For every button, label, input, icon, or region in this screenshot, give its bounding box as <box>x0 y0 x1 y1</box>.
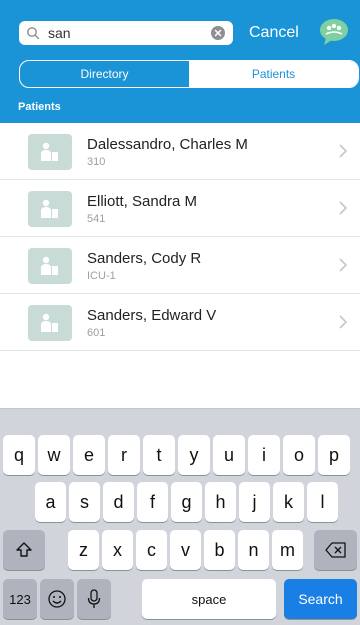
key-l[interactable]: l <box>307 482 338 522</box>
list-item[interactable]: Sanders, Cody R ICU-1 <box>0 237 360 294</box>
key-i[interactable]: i <box>248 435 280 475</box>
patient-name: Elliott, Sandra M <box>87 193 198 210</box>
key-g[interactable]: g <box>171 482 202 522</box>
search-key[interactable]: Search <box>284 579 357 619</box>
patient-room: ICU-1 <box>87 270 116 282</box>
chat-bubble-logo-icon[interactable] <box>316 14 352 50</box>
key-z[interactable]: z <box>68 530 99 570</box>
key-y[interactable]: y <box>178 435 210 475</box>
key-j[interactable]: j <box>239 482 270 522</box>
list-item[interactable]: Elliott, Sandra M 541 <box>0 180 360 237</box>
tab-directory[interactable]: Directory <box>20 61 189 87</box>
patient-name: Dalessandro, Charles M <box>87 136 248 153</box>
patient-room: 541 <box>87 213 106 225</box>
emoji-key[interactable] <box>40 579 74 619</box>
search-query: san <box>48 25 71 41</box>
key-p[interactable]: p <box>318 435 350 475</box>
emoji-icon <box>48 590 66 608</box>
delete-key[interactable] <box>314 530 357 570</box>
backspace-icon <box>324 542 346 558</box>
key-h[interactable]: h <box>205 482 236 522</box>
search-input[interactable]: san <box>19 21 233 45</box>
cancel-button[interactable]: Cancel <box>249 22 299 44</box>
key-c[interactable]: c <box>136 530 167 570</box>
patient-icon <box>41 313 58 332</box>
patient-icon <box>41 142 58 161</box>
list-item[interactable]: Dalessandro, Charles M 310 <box>0 123 360 180</box>
numbers-key[interactable]: 123 <box>3 579 37 619</box>
list-item[interactable]: Sanders, Edward V 601 <box>0 294 360 351</box>
key-f[interactable]: f <box>137 482 168 522</box>
patient-icon <box>41 199 58 218</box>
shift-icon <box>16 542 32 557</box>
key-d[interactable]: d <box>103 482 134 522</box>
patient-name: Sanders, Cody R <box>87 250 202 267</box>
avatar <box>28 305 72 341</box>
avatar <box>28 248 72 284</box>
key-u[interactable]: u <box>213 435 245 475</box>
key-k[interactable]: k <box>273 482 304 522</box>
microphone-icon <box>87 589 101 608</box>
chevron-right-icon <box>339 258 348 272</box>
space-key[interactable]: space <box>142 579 276 619</box>
search-icon <box>27 27 40 40</box>
patient-list: Dalessandro, Charles M 310 Elliott, Sand… <box>0 123 360 351</box>
key-s[interactable]: s <box>69 482 100 522</box>
avatar <box>28 191 72 227</box>
key-x[interactable]: x <box>102 530 133 570</box>
key-a[interactable]: a <box>35 482 66 522</box>
chevron-right-icon <box>339 315 348 329</box>
key-t[interactable]: t <box>143 435 175 475</box>
section-title: Patients <box>18 101 61 113</box>
patient-room: 601 <box>87 327 106 339</box>
key-r[interactable]: r <box>108 435 140 475</box>
tab-patients[interactable]: Patients <box>189 61 358 87</box>
key-q[interactable]: q <box>3 435 35 475</box>
shift-key[interactable] <box>3 530 45 570</box>
chevron-right-icon <box>339 144 348 158</box>
keyboard: q w e r t y u i o p a s d f g h j k l z … <box>0 408 360 625</box>
key-b[interactable]: b <box>204 530 235 570</box>
avatar <box>28 134 72 170</box>
key-e[interactable]: e <box>73 435 105 475</box>
patient-icon <box>41 256 58 275</box>
patient-room: 310 <box>87 156 106 168</box>
chevron-right-icon <box>339 201 348 215</box>
key-o[interactable]: o <box>283 435 315 475</box>
key-m[interactable]: m <box>272 530 303 570</box>
dictation-key[interactable] <box>77 579 111 619</box>
header-bar: san Cancel Directory Patients Patients <box>0 0 360 123</box>
key-n[interactable]: n <box>238 530 269 570</box>
key-w[interactable]: w <box>38 435 70 475</box>
clear-icon[interactable] <box>211 26 225 40</box>
segmented-control: Directory Patients <box>19 60 359 88</box>
patient-name: Sanders, Edward V <box>87 307 217 324</box>
key-v[interactable]: v <box>170 530 201 570</box>
